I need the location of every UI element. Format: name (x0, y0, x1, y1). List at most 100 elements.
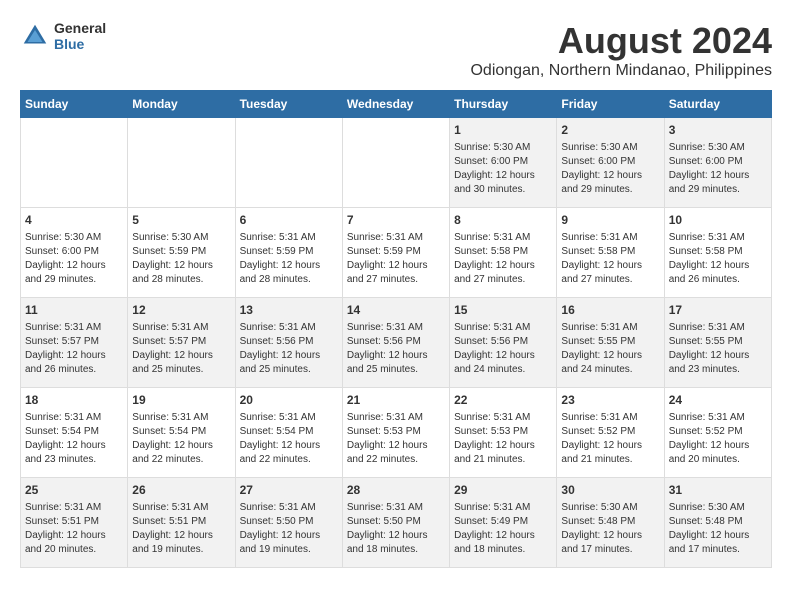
main-title: August 2024 (470, 20, 772, 62)
day-info: Sunrise: 5:30 AM Sunset: 6:00 PM Dayligh… (25, 231, 123, 287)
day-number: 24 (669, 392, 767, 409)
day-cell-4-3: 28Sunrise: 5:31 AM Sunset: 5:50 PM Dayli… (342, 478, 449, 568)
day-number: 23 (561, 392, 659, 409)
day-info: Sunrise: 5:31 AM Sunset: 5:58 PM Dayligh… (561, 231, 659, 287)
day-info: Sunrise: 5:30 AM Sunset: 5:59 PM Dayligh… (132, 231, 230, 287)
day-number: 3 (669, 122, 767, 139)
header-sunday: Sunday (21, 91, 128, 118)
day-cell-3-1: 19Sunrise: 5:31 AM Sunset: 5:54 PM Dayli… (128, 388, 235, 478)
day-number: 29 (454, 482, 552, 499)
calendar-table: Sunday Monday Tuesday Wednesday Thursday… (20, 90, 772, 568)
day-info: Sunrise: 5:31 AM Sunset: 5:59 PM Dayligh… (347, 231, 445, 287)
day-cell-2-0: 11 Sunrise: 5:31 AM Sunset: 5:57 PM Dayli… (21, 298, 128, 388)
day-info: Sunrise: 5:30 AM Sunset: 6:00 PM Dayligh… (669, 141, 767, 197)
day-info: Sunrise: 5:31 AM Sunset: 5:50 PM Dayligh… (240, 501, 338, 557)
day-number: 5 (132, 212, 230, 229)
day-info: Sunrise: 5:31 AM Sunset: 5:56 PM Dayligh… (454, 321, 552, 377)
day-info: Sunrise: 5:31 AM Sunset: 5:57 PM Dayligh… (132, 321, 230, 377)
day-info: Sunrise: 5:31 AM Sunset: 5:51 PM Dayligh… (132, 501, 230, 557)
day-number: 20 (240, 392, 338, 409)
day-cell-1-3: 7 Sunrise: 5:31 AM Sunset: 5:59 PM Daylig… (342, 208, 449, 298)
day-cell-1-5: 9 Sunrise: 5:31 AM Sunset: 5:58 PM Daylig… (557, 208, 664, 298)
week-row-4: 18Sunrise: 5:31 AM Sunset: 5:54 PM Dayli… (21, 388, 772, 478)
day-number: 9 (561, 212, 659, 229)
logo-icon (20, 21, 50, 51)
calendar-header: Sunday Monday Tuesday Wednesday Thursday… (21, 91, 772, 118)
logo: General Blue (20, 20, 106, 52)
day-cell-1-6: 10Sunrise: 5:31 AM Sunset: 5:58 PM Dayli… (664, 208, 771, 298)
day-info: Sunrise: 5:31 AM Sunset: 5:52 PM Dayligh… (561, 411, 659, 467)
week-row-5: 25Sunrise: 5:31 AM Sunset: 5:51 PM Dayli… (21, 478, 772, 568)
subtitle: Odiongan, Northern Mindanao, Philippines (470, 62, 772, 80)
day-info: Sunrise: 5:31 AM Sunset: 5:56 PM Dayligh… (347, 321, 445, 377)
day-number: 28 (347, 482, 445, 499)
day-info: Sunrise: 5:31 AM Sunset: 5:53 PM Dayligh… (347, 411, 445, 467)
logo-general: General (54, 20, 106, 36)
day-cell-4-5: 30Sunrise: 5:30 AM Sunset: 5:48 PM Dayli… (557, 478, 664, 568)
day-info: Sunrise: 5:31 AM Sunset: 5:54 PM Dayligh… (240, 411, 338, 467)
day-cell-1-2: 6 Sunrise: 5:31 AM Sunset: 5:59 PM Daylig… (235, 208, 342, 298)
day-info: Sunrise: 5:30 AM Sunset: 5:48 PM Dayligh… (669, 501, 767, 557)
day-cell-4-2: 27 Sunrise: 5:31 AM Sunset: 5:50 PM Dayli… (235, 478, 342, 568)
header-monday: Monday (128, 91, 235, 118)
day-cell-0-5: 2Sunrise: 5:30 AM Sunset: 6:00 PM Daylig… (557, 118, 664, 208)
day-cell-3-2: 20 Sunrise: 5:31 AM Sunset: 5:54 PM Dayli… (235, 388, 342, 478)
calendar-body: 1 Sunrise: 5:30 AM Sunset: 6:00 PM Daylig… (21, 118, 772, 568)
logo-blue: Blue (54, 36, 106, 52)
day-number: 26 (132, 482, 230, 499)
day-cell-4-0: 25Sunrise: 5:31 AM Sunset: 5:51 PM Dayli… (21, 478, 128, 568)
day-cell-1-1: 5 Sunrise: 5:30 AM Sunset: 5:59 PM Daylig… (128, 208, 235, 298)
day-number: 1 (454, 122, 552, 139)
day-info: Sunrise: 5:31 AM Sunset: 5:54 PM Dayligh… (25, 411, 123, 467)
day-info: Sunrise: 5:31 AM Sunset: 5:51 PM Dayligh… (25, 501, 123, 557)
header-thursday: Thursday (450, 91, 557, 118)
day-number: 31 (669, 482, 767, 499)
day-cell-4-4: 29 Sunrise: 5:31 AM Sunset: 5:49 PM Dayli… (450, 478, 557, 568)
day-number: 6 (240, 212, 338, 229)
title-block: August 2024 Odiongan, Northern Mindanao,… (470, 20, 772, 80)
day-cell-2-5: 16 Sunrise: 5:31 AM Sunset: 5:55 PM Dayli… (557, 298, 664, 388)
day-cell-3-6: 24 Sunrise: 5:31 AM Sunset: 5:52 PM Dayli… (664, 388, 771, 478)
week-row-1: 1 Sunrise: 5:30 AM Sunset: 6:00 PM Daylig… (21, 118, 772, 208)
day-number: 21 (347, 392, 445, 409)
day-number: 27 (240, 482, 338, 499)
day-cell-4-1: 26 Sunrise: 5:31 AM Sunset: 5:51 PM Dayli… (128, 478, 235, 568)
logo-text: General Blue (54, 20, 106, 52)
day-cell-3-0: 18Sunrise: 5:31 AM Sunset: 5:54 PM Dayli… (21, 388, 128, 478)
day-number: 14 (347, 302, 445, 319)
page-header: General Blue August 2024 Odiongan, North… (20, 20, 772, 80)
day-number: 15 (454, 302, 552, 319)
day-number: 7 (347, 212, 445, 229)
day-cell-1-0: 4 Sunrise: 5:30 AM Sunset: 6:00 PM Daylig… (21, 208, 128, 298)
day-cell-2-6: 17 Sunrise: 5:31 AM Sunset: 5:55 PM Dayli… (664, 298, 771, 388)
header-tuesday: Tuesday (235, 91, 342, 118)
day-cell-2-3: 14 Sunrise: 5:31 AM Sunset: 5:56 PM Dayli… (342, 298, 449, 388)
day-info: Sunrise: 5:31 AM Sunset: 5:58 PM Dayligh… (454, 231, 552, 287)
day-info: Sunrise: 5:31 AM Sunset: 5:57 PM Dayligh… (25, 321, 123, 377)
day-cell-0-1 (128, 118, 235, 208)
day-info: Sunrise: 5:31 AM Sunset: 5:52 PM Dayligh… (669, 411, 767, 467)
day-cell-0-4: 1 Sunrise: 5:30 AM Sunset: 6:00 PM Daylig… (450, 118, 557, 208)
week-row-2: 4 Sunrise: 5:30 AM Sunset: 6:00 PM Daylig… (21, 208, 772, 298)
day-number: 13 (240, 302, 338, 319)
day-number: 16 (561, 302, 659, 319)
day-number: 4 (25, 212, 123, 229)
day-number: 17 (669, 302, 767, 319)
day-cell-0-2 (235, 118, 342, 208)
day-info: Sunrise: 5:31 AM Sunset: 5:55 PM Dayligh… (561, 321, 659, 377)
day-info: Sunrise: 5:31 AM Sunset: 5:58 PM Dayligh… (669, 231, 767, 287)
day-number: 22 (454, 392, 552, 409)
day-cell-3-3: 21 Sunrise: 5:31 AM Sunset: 5:53 PM Dayli… (342, 388, 449, 478)
day-cell-3-5: 23 Sunrise: 5:31 AM Sunset: 5:52 PM Dayli… (557, 388, 664, 478)
day-info: Sunrise: 5:31 AM Sunset: 5:55 PM Dayligh… (669, 321, 767, 377)
day-number: 8 (454, 212, 552, 229)
day-number: 11 (25, 302, 123, 319)
day-number: 12 (132, 302, 230, 319)
day-cell-0-3 (342, 118, 449, 208)
day-info: Sunrise: 5:30 AM Sunset: 6:00 PM Dayligh… (454, 141, 552, 197)
day-cell-0-6: 3 Sunrise: 5:30 AM Sunset: 6:00 PM Daylig… (664, 118, 771, 208)
day-info: Sunrise: 5:31 AM Sunset: 5:59 PM Dayligh… (240, 231, 338, 287)
day-info: Sunrise: 5:31 AM Sunset: 5:53 PM Dayligh… (454, 411, 552, 467)
day-cell-2-4: 15 Sunrise: 5:31 AM Sunset: 5:56 PM Dayli… (450, 298, 557, 388)
day-info: Sunrise: 5:31 AM Sunset: 5:49 PM Dayligh… (454, 501, 552, 557)
